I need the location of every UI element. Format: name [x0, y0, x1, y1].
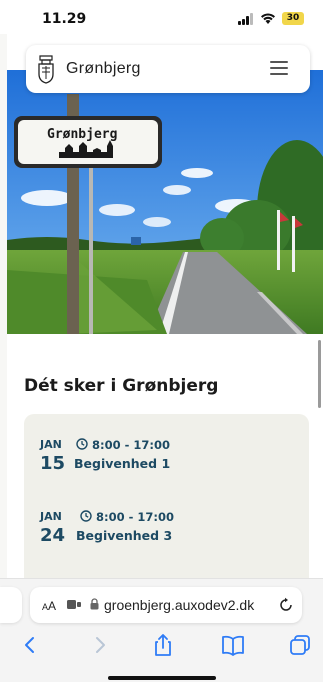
browser-toolbar: AAAA groenbjerg.auxodev2.dk	[0, 578, 323, 682]
forward-icon[interactable]	[86, 633, 112, 657]
coat-of-arms-icon[interactable]	[36, 54, 56, 84]
event-month: JAN	[40, 510, 62, 523]
cellular-signal-icon	[238, 13, 256, 25]
event-item[interactable]: JAN 8:00 - 17:00 24 Begivenhed 3	[40, 510, 300, 554]
previous-tab-preview[interactable]	[0, 587, 22, 623]
event-day: 15	[40, 453, 66, 474]
event-title[interactable]: Begivenhed 1	[74, 456, 170, 471]
event-item[interactable]: JAN 8:00 - 17:00 15 Begivenhed 1	[40, 438, 300, 482]
tabs-icon[interactable]	[288, 633, 314, 657]
event-time: 8:00 - 17:00	[96, 510, 174, 524]
status-bar: 11.29 30	[0, 0, 323, 34]
address-bar[interactable]: AAAA groenbjerg.auxodev2.dk	[30, 587, 302, 623]
events-card: JAN 8:00 - 17:00 15 Begivenhed 1 JAN 8:0…	[24, 414, 309, 594]
url-text[interactable]: groenbjerg.auxodev2.dk	[104, 597, 254, 613]
event-month: JAN	[40, 438, 62, 451]
town-sign-text: Grønbjerg	[47, 127, 117, 142]
section-title: Dét sker i Grønbjerg	[24, 376, 219, 396]
site-name[interactable]: Grønbjerg	[66, 60, 141, 78]
scrollbar[interactable]	[318, 340, 321, 408]
share-icon[interactable]	[150, 633, 176, 657]
hero-image: Grønbjerg	[7, 70, 323, 334]
clock-icon	[80, 510, 92, 522]
hamburger-menu-icon[interactable]	[270, 59, 290, 77]
wifi-icon	[261, 13, 275, 24]
site-header: Grønbjerg	[26, 45, 310, 93]
battery-indicator: 30	[282, 12, 304, 25]
reload-icon[interactable]	[278, 597, 294, 613]
event-time: 8:00 - 17:00	[92, 438, 170, 452]
extensions-icon[interactable]	[67, 599, 81, 610]
home-indicator[interactable]	[108, 676, 216, 680]
clock-icon	[76, 438, 88, 450]
event-title[interactable]: Begivenhed 3	[76, 528, 172, 543]
reader-options-button[interactable]: AAAA	[42, 599, 56, 613]
event-day: 24	[40, 525, 66, 546]
bookmarks-icon[interactable]	[220, 633, 246, 657]
status-time: 11.29	[42, 11, 87, 27]
lock-icon	[90, 598, 99, 610]
back-icon[interactable]	[18, 633, 44, 657]
